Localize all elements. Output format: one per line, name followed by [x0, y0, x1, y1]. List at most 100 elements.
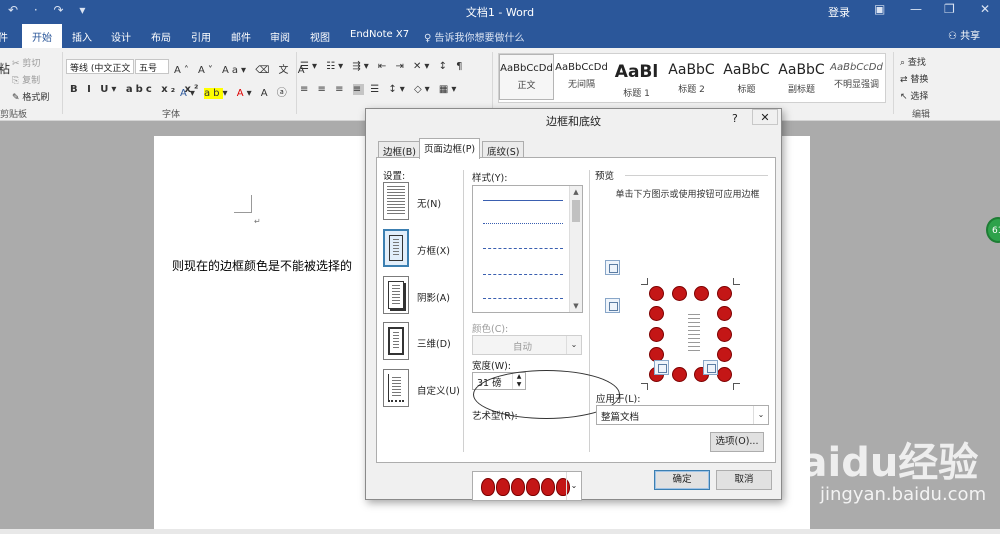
style-item[interactable]: AaBbCcDd 正文 [499, 54, 554, 100]
close-window-button[interactable]: ✕ [980, 2, 990, 16]
line-style-solid[interactable] [483, 200, 563, 201]
ribbon-display-button[interactable]: ▣ [874, 2, 885, 16]
tab-view[interactable]: 视图 [310, 29, 330, 44]
tab-file[interactable]: 件 [0, 29, 8, 44]
apply-to-dropdown[interactable]: 整篇文档 ⌄ [596, 405, 769, 425]
custom-border-icon [388, 374, 404, 402]
tab-home[interactable]: 开始 [22, 24, 62, 48]
replace-button[interactable]: ⇄ 替换 [900, 72, 928, 85]
find-button[interactable]: ⌕ 查找 [900, 55, 926, 68]
crop-mark [733, 383, 740, 390]
bottom-border-button[interactable] [605, 298, 620, 313]
copy-icon: ⎘ [12, 76, 23, 86]
cut-button[interactable]: ✂ 剪切 [12, 56, 40, 69]
minimize-button[interactable]: — [910, 2, 922, 16]
style-sample: AaBl [614, 62, 659, 82]
style-name: 副标题 [787, 85, 815, 95]
right-border-button[interactable] [703, 360, 718, 375]
tab-borders[interactable]: 边框(B) [378, 141, 421, 158]
tab-layout[interactable]: 布局 [151, 29, 171, 44]
style-item[interactable]: AaBbCcDd 无间隔 [554, 54, 609, 100]
scroll-up-icon[interactable]: ▲ [570, 188, 582, 196]
line-style-dashed[interactable] [483, 248, 563, 249]
style-item[interactable]: AaBl 标题 1 [609, 54, 664, 100]
box-border-icon [389, 235, 403, 261]
align-icons[interactable]: ≡ ≡ ≡ ≡ ☰ ↕▾ ◇▾ ▦▾ [300, 84, 459, 95]
style-sample: AaBbCcDd [555, 62, 608, 73]
line-style-long-dash[interactable] [483, 274, 563, 275]
art-border-dropdown[interactable]: ⌄ [472, 471, 582, 501]
setting-custom-icon[interactable] [383, 369, 409, 407]
line-style-dash-dot[interactable] [483, 298, 563, 299]
line-style-dotted[interactable] [483, 223, 563, 224]
copy-button[interactable]: ⎘ 复制 [12, 73, 40, 86]
style-item[interactable]: AaBbC 标题 [719, 54, 774, 100]
page-lines-icon [393, 332, 399, 350]
style-sample: AaBbC [778, 62, 825, 78]
list-icons[interactable]: ☰▾ ☷▾ ⇶▾ ⇤ ⇥ ✕▾ ↕ ¶ [300, 61, 466, 72]
font-size-adjust-icons[interactable]: A˄ A˅ Aa▾ ⌫ 文 A [174, 61, 308, 76]
setting-box-icon[interactable] [383, 229, 409, 267]
tab-insert[interactable]: 插入 [72, 29, 92, 44]
share-button[interactable]: ⚇ 共享 [948, 27, 980, 42]
tab-references[interactable]: 引用 [191, 29, 211, 44]
title-bar: ↶ · ↷ ▾ 文档1 - Word 登录 ▣ — ❐ ✕ [0, 0, 1000, 22]
chevron-down-icon: ⌄ [566, 336, 581, 354]
style-scrollbar[interactable]: ▲ ▼ [569, 186, 582, 312]
top-border-button[interactable] [605, 260, 620, 275]
dialog-close-button[interactable]: ✕ [752, 109, 778, 125]
color-dropdown[interactable]: 自动 ⌄ [472, 335, 582, 355]
restore-button[interactable]: ❐ [944, 2, 955, 16]
ok-button[interactable]: 确定 [654, 470, 710, 490]
border-flower-icon [671, 367, 687, 382]
login-link[interactable]: 登录 [828, 4, 850, 20]
cancel-button[interactable]: 取消 [716, 470, 772, 490]
scroll-thumb[interactable] [572, 200, 580, 222]
tab-page-border[interactable]: 页面边框(P) [419, 138, 481, 159]
font-name-box[interactable]: 等线 (中文正文 [66, 59, 134, 74]
tell-me-search[interactable]: ♀ 告诉我你想要做什么 [424, 29, 525, 44]
border-flower-icon [694, 286, 710, 301]
options-button[interactable]: 选项(O)... [710, 432, 764, 452]
help-icon[interactable]: ? [732, 112, 738, 125]
border-flower-icon [717, 367, 732, 382]
border-flower-icon [717, 346, 732, 362]
setting-3d-icon[interactable] [383, 322, 409, 360]
scroll-down-icon[interactable]: ▼ [570, 302, 582, 310]
line-style-list[interactable]: ▲ ▼ [472, 185, 583, 313]
art-flower-icon [481, 478, 495, 496]
style-name: 无间隔 [567, 80, 595, 90]
select-button[interactable]: ↖ 选择 [900, 89, 928, 102]
tab-shading[interactable]: 底纹(S) [482, 141, 525, 158]
setting-shadow-label[interactable]: 阴影(A) [417, 290, 450, 304]
tab-review[interactable]: 审阅 [270, 29, 290, 44]
setting-custom-label[interactable]: 自定义(U) [417, 383, 460, 397]
tab-design[interactable]: 设计 [111, 29, 131, 44]
column-divider [463, 170, 464, 452]
borders-shading-dialog: 边框和底纹 ? ✕ 边框(B) 页面边框(P) 底纹(S) 设置: 无(N) 方… [365, 108, 782, 501]
tab-mailings[interactable]: 邮件 [231, 29, 251, 44]
font-size-box[interactable]: 五号 [135, 59, 169, 74]
setting-none-icon[interactable] [383, 182, 409, 220]
style-item[interactable]: AaBbC 副标题 [774, 54, 829, 100]
style-item[interactable]: AaBbCcDd 不明显强调 [829, 54, 884, 100]
brush-icon: ✎ [12, 93, 23, 103]
tab-endnote[interactable]: EndNote X7 [350, 29, 409, 40]
paste-button[interactable]: 粘 [0, 60, 10, 77]
crop-mark [641, 278, 648, 285]
font-color-icons[interactable]: A▾ ab▾ A▾ A ⓐ [180, 84, 290, 99]
setting-shadow-icon[interactable] [383, 276, 409, 314]
document-text[interactable]: 则现在的边框颜色是不能被选择的 [172, 257, 352, 274]
setting-none-label[interactable]: 无(N) [417, 196, 441, 210]
replace-icon: ⇄ [900, 75, 911, 85]
shadow-border-icon [388, 281, 404, 309]
format-painter-button[interactable]: ✎ 格式刷 [12, 90, 49, 103]
style-sample: AaBbCcDd [830, 62, 883, 73]
setting-3d-label[interactable]: 三维(D) [417, 336, 451, 350]
setting-box-label[interactable]: 方框(X) [417, 243, 450, 257]
style-item[interactable]: AaBbC 标题 2 [664, 54, 719, 100]
left-border-button[interactable] [654, 360, 669, 375]
clipboard-group-label: 剪贴板 [0, 110, 28, 120]
baidu-watermark: Baidu经验 [770, 440, 979, 486]
window-title: 文档1 - Word [465, 6, 535, 19]
